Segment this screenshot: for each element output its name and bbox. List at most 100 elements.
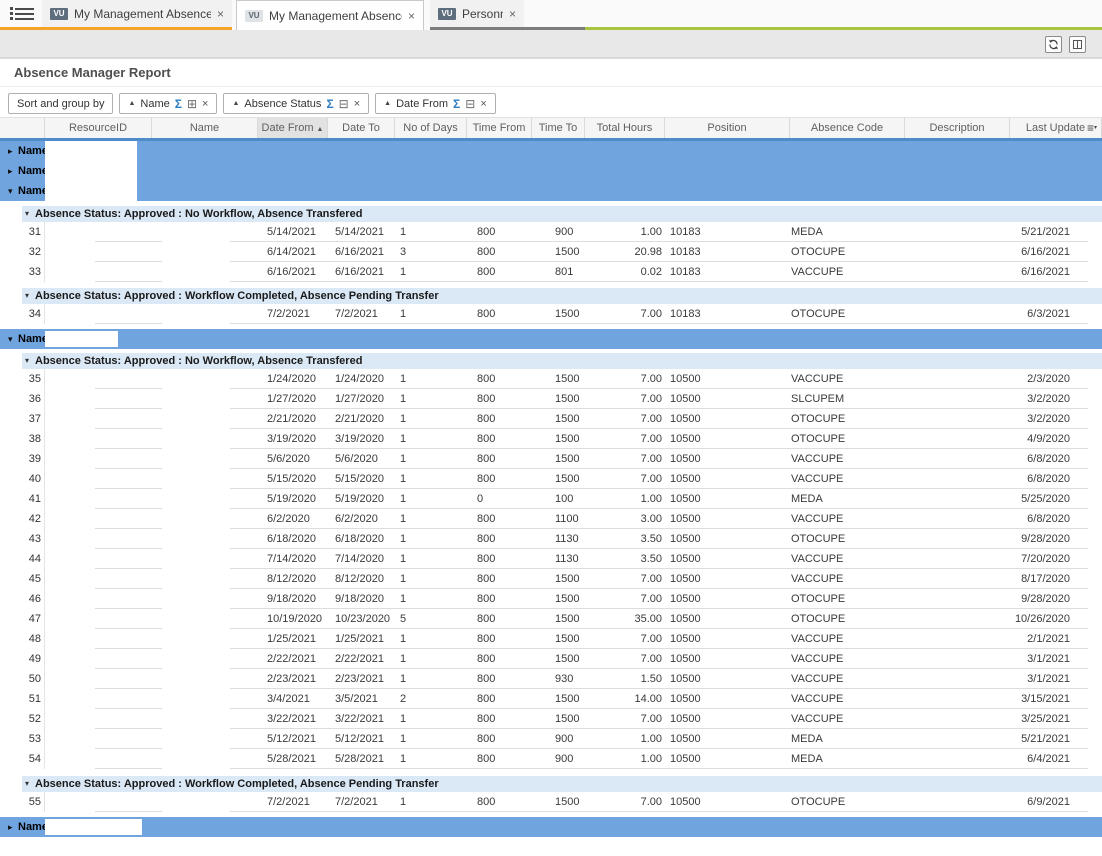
cell-time-from: 800 [467, 569, 532, 589]
tab-personnel[interactable]: VU Personnel × [430, 0, 524, 27]
sort-asc-icon[interactable]: ▲ [384, 100, 391, 107]
cell-resource-id [45, 609, 152, 629]
sort-and-group-by-button[interactable]: Sort and group by [8, 93, 113, 114]
table-row[interactable]: 4710/19/202010/23/20205800150035.0010500… [0, 609, 1102, 629]
column-header-total-hours[interactable]: Total Hours [585, 118, 665, 138]
collapse-box-icon[interactable]: ⊟ [339, 97, 349, 111]
tab-my-management-absences-1[interactable]: VU My Management Absences × [42, 0, 232, 27]
table-row[interactable]: 383/19/20203/19/2020180015007.0010500OTO… [0, 429, 1102, 449]
column-header-resource-id[interactable]: ResourceID [45, 118, 152, 138]
cell-absence-code: OTOCUPE [790, 409, 905, 429]
table-row[interactable]: 447/14/20207/14/2020180011303.5010500VAC… [0, 549, 1102, 569]
close-icon[interactable]: × [509, 7, 516, 21]
table-row[interactable]: 458/12/20208/12/2020180015007.0010500VAC… [0, 569, 1102, 589]
status-group-row[interactable]: ▾Absence Status: Approved : No Workflow,… [22, 353, 1102, 369]
tab-my-management-absences-2-active[interactable]: VU My Management Absences × [236, 0, 424, 30]
group-chip-name[interactable]: ▲ Name Σ ⊞ × [119, 93, 217, 114]
group-expand-arrow[interactable]: ▾ [25, 206, 29, 222]
table-row[interactable]: 395/6/20205/6/2020180015007.0010500VACCU… [0, 449, 1102, 469]
table-row[interactable]: 545/28/20215/28/202118009001.0010500MEDA… [0, 749, 1102, 769]
table-row[interactable]: 315/14/20215/14/202118009001.0010183MEDA… [0, 222, 1102, 242]
cell-position: 10500 [665, 749, 790, 769]
group-expand-arrow[interactable]: ▸ [8, 817, 13, 837]
group-chip-absence-status[interactable]: ▲ Absence Status Σ ⊟ × [223, 93, 369, 114]
table-row[interactable]: 523/22/20213/22/2021180015007.0010500VAC… [0, 709, 1102, 729]
group-expand-arrow[interactable]: ▾ [8, 181, 13, 201]
table-row[interactable]: 502/23/20212/23/202118009301.5010500VACC… [0, 669, 1102, 689]
split-view-button[interactable] [1069, 36, 1086, 53]
table-row[interactable]: 347/2/20217/2/2021180015007.0010183OTOCU… [0, 304, 1102, 324]
sum-sigma-icon[interactable]: Σ [175, 97, 182, 111]
expand-box-icon[interactable]: ⊞ [187, 97, 197, 111]
group-expand-arrow[interactable]: ▾ [8, 329, 13, 349]
cell-absence-code: VACCUPE [790, 509, 905, 529]
table-row[interactable]: 415/19/20205/19/2020101001.0010500MEDA5/… [0, 489, 1102, 509]
table-row[interactable]: 326/14/20216/16/20213800150020.9810183OT… [0, 242, 1102, 262]
cell-last-update: 9/28/2020 [1010, 529, 1102, 549]
column-header-date-to[interactable]: Date To [328, 118, 395, 138]
status-group-row[interactable]: ▾Absence Status: Approved : Workflow Com… [22, 288, 1102, 304]
column-header-description[interactable]: Description [905, 118, 1010, 138]
group-expand-arrow[interactable]: ▸ [8, 161, 13, 181]
table-row[interactable]: 481/25/20211/25/2021180015007.0010500VAC… [0, 629, 1102, 649]
status-group-row[interactable]: ▾Absence Status: Approved : No Workflow,… [22, 206, 1102, 222]
table-row[interactable]: 436/18/20206/18/2020180011303.5010500OTO… [0, 529, 1102, 549]
cell-resource-id [45, 792, 152, 812]
column-header-date-from[interactable]: Date From▲ [258, 118, 328, 138]
close-icon[interactable]: × [217, 7, 224, 21]
column-header-absence-code[interactable]: Absence Code [790, 118, 905, 138]
remove-group-icon[interactable]: × [202, 98, 208, 110]
column-header-time-from[interactable]: Time From [467, 118, 532, 138]
status-group-row[interactable]: ▾Absence Status: Approved : Workflow Com… [22, 776, 1102, 792]
cell-time-to: 801 [532, 262, 585, 282]
name-group-row[interactable]: ▸Name [0, 161, 1102, 181]
cell-date-from: 2/22/2021 [258, 649, 328, 669]
sort-asc-icon[interactable]: ▲ [232, 100, 239, 107]
table-row[interactable]: 492/22/20212/22/2021180015007.0010500VAC… [0, 649, 1102, 669]
cell-time-from: 800 [467, 389, 532, 409]
column-header-position[interactable]: Position [665, 118, 790, 138]
cell-name [152, 609, 258, 629]
table-row[interactable]: 372/21/20202/21/2020180015007.0010500OTO… [0, 409, 1102, 429]
name-group-row[interactable]: ▸Name [0, 141, 1102, 161]
cell-resource-id [45, 729, 152, 749]
column-header-name[interactable]: Name [152, 118, 258, 138]
column-header-no-of-days[interactable]: No of Days [395, 118, 467, 138]
name-group-row[interactable]: ▾Name [0, 181, 1102, 201]
table-row[interactable]: 513/4/20213/5/20212800150014.0010500VACC… [0, 689, 1102, 709]
name-group-row[interactable]: ▾Name: [0, 329, 1102, 349]
name-group-row[interactable]: ▸Name: [0, 817, 1102, 837]
cell-rownum: 34 [0, 304, 45, 324]
refresh-button[interactable] [1045, 36, 1062, 53]
cell-rownum: 44 [0, 549, 45, 569]
group-expand-arrow[interactable]: ▾ [25, 353, 29, 369]
table-row[interactable]: 535/12/20215/12/202118009001.0010500MEDA… [0, 729, 1102, 749]
sum-sigma-icon[interactable]: Σ [453, 97, 460, 111]
table-row[interactable]: 426/2/20206/2/2020180011003.0010500VACCU… [0, 509, 1102, 529]
group-expand-arrow[interactable]: ▾ [25, 776, 29, 792]
table-row[interactable]: 469/18/20209/18/2020180015007.0010500OTO… [0, 589, 1102, 609]
cell-description [905, 389, 1010, 409]
group-expand-arrow[interactable]: ▾ [25, 288, 29, 304]
column-header-rownum[interactable] [0, 118, 45, 138]
cell-rownum: 41 [0, 489, 45, 509]
close-icon[interactable]: × [408, 9, 415, 23]
remove-group-icon[interactable]: × [354, 98, 360, 110]
grid-body: ▸Name▸Name▾Name▾Absence Status: Approved… [0, 141, 1102, 837]
column-menu-button[interactable]: ≡▾ [1084, 120, 1100, 136]
group-expand-arrow[interactable]: ▸ [8, 141, 13, 161]
cell-description [905, 509, 1010, 529]
collapse-box-icon[interactable]: ⊟ [465, 97, 475, 111]
table-row[interactable]: 351/24/20201/24/2020180015007.0010500VAC… [0, 369, 1102, 389]
table-row[interactable]: 405/15/20205/15/2020180015007.0010500VAC… [0, 469, 1102, 489]
group-chip-date-from[interactable]: ▲ Date From Σ ⊟ × [375, 93, 496, 114]
table-row[interactable]: 336/16/20216/16/202118008010.0210183VACC… [0, 262, 1102, 282]
cell-resource-id [45, 222, 152, 242]
sort-asc-icon[interactable]: ▲ [128, 100, 135, 107]
column-header-time-to[interactable]: Time To [532, 118, 585, 138]
sum-sigma-icon[interactable]: Σ [326, 97, 333, 111]
table-row[interactable]: 557/2/20217/2/2021180015007.0010500OTOCU… [0, 792, 1102, 812]
remove-group-icon[interactable]: × [480, 98, 486, 110]
tab-list-icon[interactable] [10, 5, 34, 24]
table-row[interactable]: 361/27/20201/27/2020180015007.0010500SLC… [0, 389, 1102, 409]
